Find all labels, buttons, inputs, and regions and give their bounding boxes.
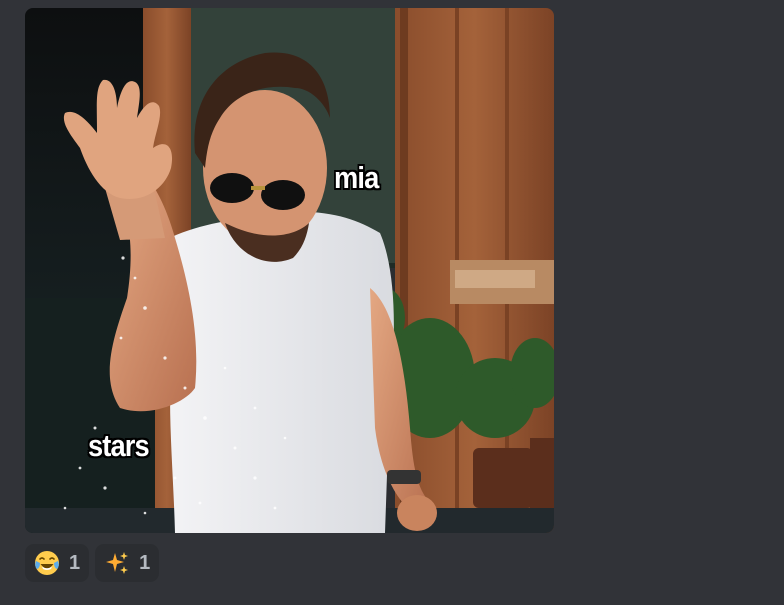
reaction-count: 1: [69, 551, 81, 574]
face-with-tears-of-joy-icon: [35, 551, 59, 575]
reaction-count: 1: [139, 551, 151, 574]
reactions-bar: 1 1: [25, 544, 160, 582]
sparkles-icon: [106, 552, 129, 574]
message-area: mia stars 1 1: [0, 0, 784, 605]
reaction-sparkles[interactable]: 1: [95, 544, 160, 582]
image-attachment[interactable]: mia stars: [25, 8, 554, 533]
meme-caption-top: mia: [334, 160, 379, 195]
reaction-laughing[interactable]: 1: [25, 544, 90, 582]
meme-caption-bottom: stars: [88, 428, 150, 463]
